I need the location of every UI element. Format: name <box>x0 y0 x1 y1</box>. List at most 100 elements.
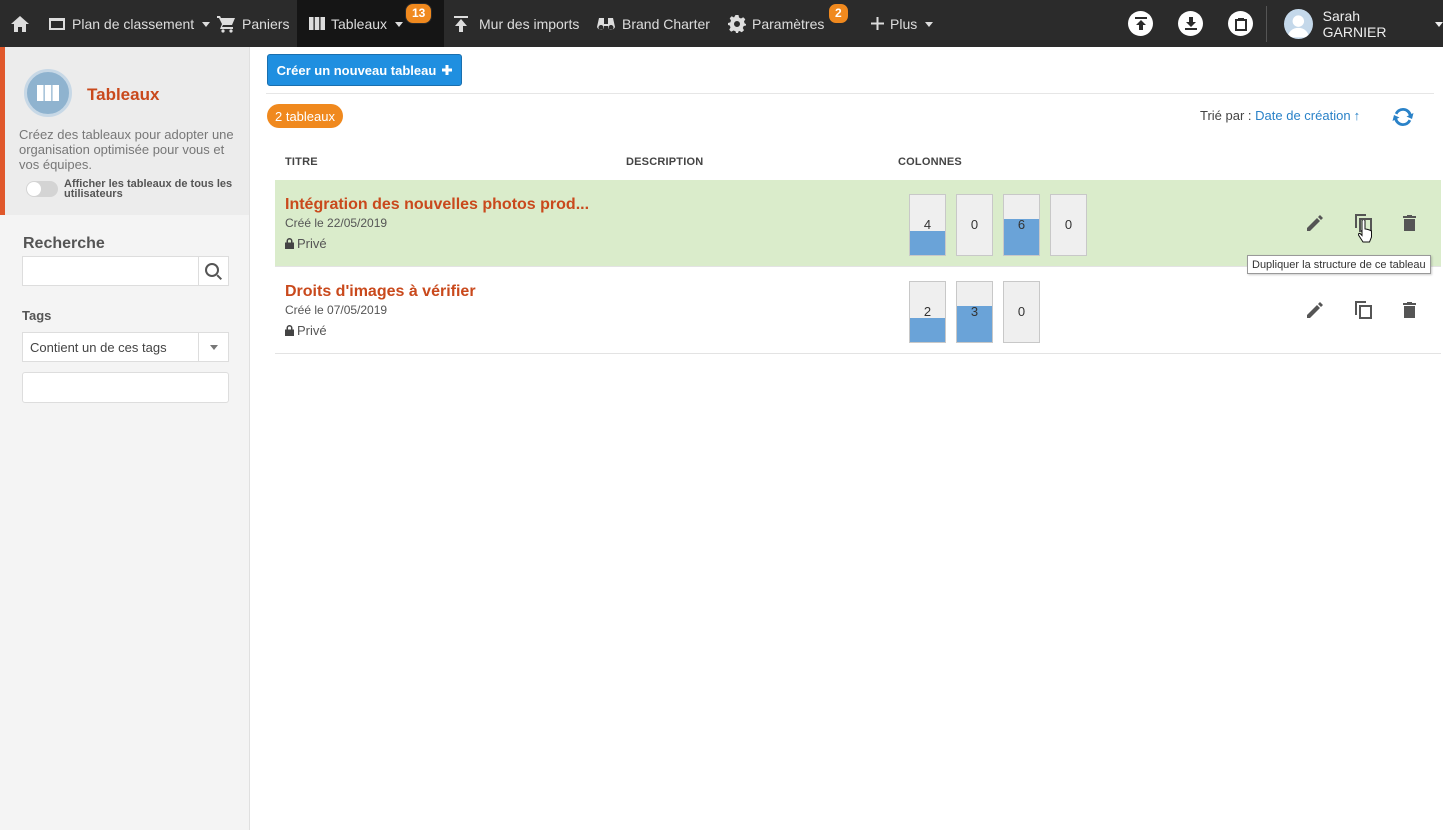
tags-heading: Tags <box>22 308 52 323</box>
columns-icon <box>309 17 325 30</box>
binoculars-icon <box>597 17 615 30</box>
toggle-label: Afficher les tableaux de tous les utilis… <box>64 178 233 200</box>
nav-parametres[interactable]: Paramètres <box>728 0 824 47</box>
nav-paniers[interactable]: Paniers <box>216 0 289 47</box>
upload-circle-icon <box>1134 17 1147 30</box>
column-counter[interactable]: 2 <box>909 281 946 343</box>
nav-brand-label: Brand Charter <box>622 15 710 32</box>
upload-icon <box>454 15 468 32</box>
search-field <box>22 256 229 286</box>
sort-field-link[interactable]: Date de création ↑ <box>1255 108 1360 123</box>
tags-match-select[interactable]: Contient un de ces tags <box>22 332 229 362</box>
download-button[interactable] <box>1178 11 1203 36</box>
tableaux-count-badge: 13 <box>405 3 433 24</box>
table-row[interactable]: Intégration des nouvelles photos prod...… <box>275 180 1441 267</box>
board-privacy: Privé <box>285 323 327 338</box>
lock-icon <box>285 325 294 336</box>
nav-tableaux-label: Tableaux <box>331 15 388 32</box>
nav-plan-label: Plan de classement <box>72 15 195 32</box>
nav-mur-des-imports[interactable]: Mur des imports <box>453 0 579 47</box>
column-counter[interactable]: 0 <box>956 194 993 256</box>
sort-value: Date de création <box>1255 108 1351 123</box>
chevron-down-icon <box>925 22 934 27</box>
download-circle-icon <box>1184 17 1197 30</box>
column-counter[interactable]: 0 <box>1003 281 1040 343</box>
search-icon <box>205 262 222 280</box>
divider <box>266 93 1434 94</box>
tags-select-value: Contient un de ces tags <box>30 339 167 355</box>
sort-control: Trié par : Date de création ↑ <box>1200 108 1360 123</box>
board-title-link[interactable]: Droits d'images à vérifier <box>285 283 476 301</box>
column-count: 4 <box>923 217 932 232</box>
column-counter[interactable]: 6 <box>1003 194 1040 256</box>
duplicate-button[interactable] <box>1352 299 1374 321</box>
column-counter[interactable]: 4 <box>909 194 946 256</box>
column-fill <box>910 318 945 342</box>
board-title-link[interactable]: Intégration des nouvelles photos prod... <box>285 196 589 214</box>
nav-paniers-label: Paniers <box>242 15 290 32</box>
delete-button[interactable] <box>1398 212 1420 234</box>
search-button[interactable] <box>198 257 228 285</box>
user-menu[interactable]: Sarah GARNIER <box>1284 0 1443 47</box>
sort-direction-icon: ↑ <box>1353 108 1361 123</box>
chevron-down-icon <box>1435 22 1443 27</box>
nav-imports-label: Mur des imports <box>479 15 580 32</box>
column-count: 3 <box>970 304 979 319</box>
sort-prefix: Trié par : <box>1200 108 1252 123</box>
nav-params-label: Paramètres <box>752 15 825 32</box>
gear-icon <box>728 14 746 33</box>
search-input[interactable] <box>23 257 199 285</box>
column-fill <box>910 231 945 255</box>
avatar-icon <box>1287 14 1309 37</box>
edit-button[interactable] <box>1304 299 1326 321</box>
column-count: 0 <box>1064 217 1073 232</box>
nav-divider <box>1266 6 1267 42</box>
search-heading: Recherche <box>23 235 105 252</box>
column-count: 0 <box>1017 304 1026 319</box>
column-header-title: TITRE <box>285 156 318 168</box>
privacy-label: Privé <box>297 323 327 338</box>
chevron-down-icon <box>395 22 404 27</box>
avatar <box>1284 8 1313 39</box>
plus-icon <box>871 17 884 30</box>
home-icon <box>11 15 29 32</box>
clipboard-button[interactable] <box>1228 11 1253 36</box>
plus-icon <box>442 65 453 75</box>
nav-plan-de-classement[interactable]: Plan de classement <box>48 0 211 47</box>
tags-input[interactable] <box>22 372 229 403</box>
column-header-columns: COLONNES <box>898 156 962 168</box>
delete-button[interactable] <box>1398 299 1420 321</box>
table-row[interactable]: Droits d'images à vérifier Créé le 07/05… <box>275 267 1441 354</box>
refresh-icon[interactable] <box>1391 105 1415 129</box>
lock-icon <box>285 238 294 249</box>
column-counter[interactable]: 3 <box>956 281 993 343</box>
clipboard-icon <box>1234 17 1247 31</box>
create-board-button[interactable]: Créer un nouveau tableau <box>267 54 462 86</box>
top-navbar: Plan de classement Paniers Tableaux 13 M… <box>0 0 1443 47</box>
nav-plus[interactable]: Plus <box>871 0 934 47</box>
sidebar: Tableaux Créez des tableaux pour adopter… <box>0 47 250 830</box>
duplicate-tooltip: Dupliquer la structure de ce tableau <box>1247 255 1431 274</box>
column-count: 6 <box>1017 217 1026 232</box>
nav-brand-charter[interactable]: Brand Charter <box>596 0 710 47</box>
create-button-label: Créer un nouveau tableau <box>276 62 437 78</box>
tableaux-logo <box>24 69 72 117</box>
pencil-icon <box>1307 302 1323 318</box>
home-button[interactable] <box>10 0 30 47</box>
columns-icon <box>37 85 59 101</box>
upload-button[interactable] <box>1128 11 1153 36</box>
cart-icon <box>217 15 235 33</box>
column-counter[interactable]: 0 <box>1050 194 1087 256</box>
trash-icon <box>1402 302 1416 318</box>
trash-icon <box>1402 215 1416 231</box>
chevron-down-icon <box>202 22 211 27</box>
edit-button[interactable] <box>1304 212 1326 234</box>
copy-icon <box>1354 301 1372 319</box>
column-count: 0 <box>970 217 979 232</box>
folder-icon <box>49 18 65 30</box>
board-created-date: Créé le 07/05/2019 <box>285 303 388 317</box>
show-all-users-toggle[interactable] <box>26 181 58 197</box>
board-count-badge: 2 tableaux <box>267 104 343 128</box>
chevron-down-icon <box>198 333 228 361</box>
privacy-label: Privé <box>297 236 327 251</box>
